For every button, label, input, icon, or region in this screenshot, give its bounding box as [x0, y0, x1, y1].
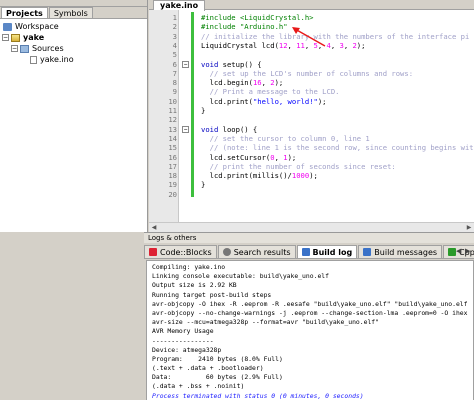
annotation-arrow-icon	[292, 27, 326, 47]
logs-panel: Logs & others Code::Blocks Search result…	[144, 232, 474, 400]
log-line: Data: 60 bytes (2.9% Full)	[152, 373, 283, 382]
tab-scroll-left-icon[interactable]: ◀	[456, 246, 464, 257]
tab-codeblocks[interactable]: Code::Blocks	[144, 245, 217, 258]
log-line: Running target post-build steps	[152, 290, 272, 299]
search-icon	[222, 248, 231, 256]
cppcheck-icon	[448, 248, 457, 256]
tab-search-results[interactable]: Search results	[217, 245, 296, 258]
tab-label: Build log	[312, 247, 353, 257]
tab-label: Build messages	[374, 247, 438, 257]
log-line: Process terminated with status 0 (0 minu…	[152, 391, 364, 400]
log-line: Linking console executable: build\yake_u…	[152, 272, 329, 281]
log-line: AVR Memory Usage	[152, 327, 214, 336]
gear-icon	[301, 248, 310, 256]
log-line: Device: atmega328p	[152, 345, 222, 354]
log-line: (.data + .bss + .noinit)	[152, 382, 245, 391]
logs-title: Logs & others	[144, 233, 474, 243]
build-log-output[interactable]: Compiling: yake.ino Linking console execu…	[146, 260, 474, 400]
tab-scroll-right-icon[interactable]: ▶	[465, 246, 473, 257]
tab-build-log[interactable]: Build log	[296, 245, 358, 258]
logs-tab-bar: Code::Blocks Search results Build log Bu…	[144, 245, 474, 259]
tab-label: Code::Blocks	[160, 247, 212, 257]
log-line: Output size is 2.92 KB	[152, 281, 237, 290]
codeblocks-icon	[149, 248, 157, 256]
log-line: Compiling: yake.ino	[152, 263, 226, 271]
log-line: avr-objcopy --no-change-warnings -j .eep…	[152, 308, 468, 317]
gear-icon	[363, 248, 372, 256]
log-line: ----------------	[152, 336, 214, 345]
log-line: avr-size --mcu=atmega328p --format=avr "…	[152, 318, 380, 327]
log-line: Program: 2410 bytes (8.0% Full)	[152, 354, 283, 363]
log-line: (.text + .data + .bootloader)	[152, 364, 264, 373]
log-line: avr-objcopy -O ihex -R .eeprom -R .eesaf…	[152, 299, 468, 308]
tab-label: Search results	[233, 247, 291, 257]
tab-build-messages[interactable]: Build messages	[358, 245, 443, 258]
